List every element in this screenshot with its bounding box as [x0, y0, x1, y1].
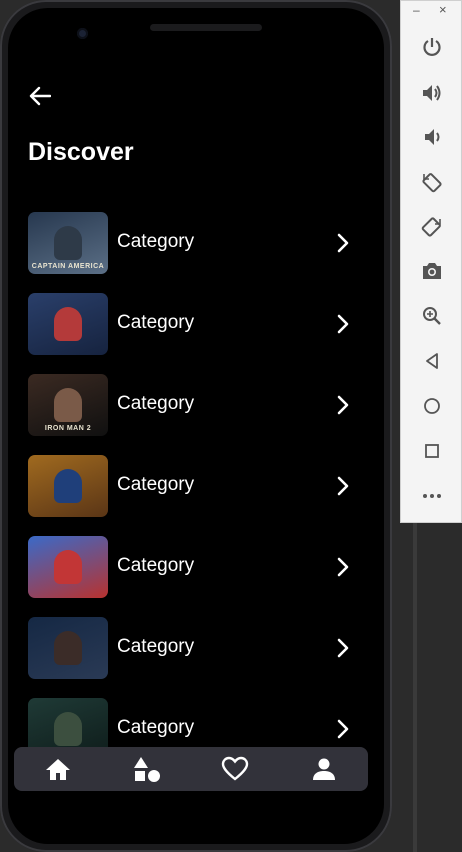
page-title: Discover — [28, 138, 134, 166]
category-row[interactable]: Category — [8, 617, 384, 698]
chevron-right-icon — [337, 719, 349, 739]
back-button[interactable] — [28, 84, 52, 108]
bottom-navigation — [14, 747, 368, 791]
nav-home[interactable] — [38, 749, 78, 789]
earpiece-speaker — [150, 24, 262, 31]
category-label: Category — [117, 555, 195, 576]
category-label: Category — [117, 231, 195, 252]
category-row[interactable]: Category — [8, 536, 384, 617]
zoom-icon — [423, 307, 441, 325]
front-camera — [77, 28, 88, 39]
chevron-right-icon — [337, 395, 349, 415]
category-thumbnail — [28, 536, 108, 598]
category-row[interactable]: Category — [8, 455, 384, 536]
toolbar-window-controls: – × — [401, 2, 462, 21]
category-label: Category — [117, 393, 195, 414]
home-circle-icon — [424, 398, 440, 414]
back-triangle-icon — [426, 353, 438, 369]
minimize-button[interactable]: – — [413, 3, 420, 17]
shapes-icon — [133, 757, 160, 782]
close-button[interactable]: × — [439, 2, 447, 17]
arrow-left-icon — [29, 86, 51, 106]
category-label: Category — [117, 636, 195, 657]
rotate-right-icon — [421, 217, 441, 237]
category-row[interactable]: CAPTAIN AMERICA Category — [8, 212, 384, 293]
category-thumbnail — [28, 293, 108, 355]
emulator-toolbar: – × — [400, 0, 462, 523]
category-row[interactable]: IRON MAN 2 Category — [8, 374, 384, 455]
zoom-button[interactable] — [416, 300, 448, 332]
nav-favorites[interactable] — [215, 749, 255, 789]
chevron-right-icon — [337, 638, 349, 658]
category-thumbnail — [28, 455, 108, 517]
chevron-right-icon — [337, 233, 349, 253]
overview-square-icon — [425, 444, 439, 458]
rotate-left-button[interactable] — [416, 166, 448, 198]
poster-caption: CAPTAIN AMERICA — [31, 263, 105, 270]
poster-caption: IRON MAN 2 — [44, 425, 92, 432]
nav-categories[interactable] — [127, 749, 167, 789]
chevron-right-icon — [337, 314, 349, 334]
category-label: Category — [117, 717, 195, 738]
volume-up-button[interactable] — [416, 77, 448, 109]
camera-icon — [423, 263, 441, 279]
nav-profile[interactable] — [304, 749, 344, 789]
volume-up-icon — [423, 85, 441, 101]
category-list: CAPTAIN AMERICA Category Category IRON M… — [8, 212, 384, 779]
power-icon — [423, 38, 441, 56]
overview-nav-button[interactable] — [416, 435, 448, 467]
more-button[interactable] — [416, 480, 448, 512]
screenshot-button[interactable] — [416, 255, 448, 287]
more-icon — [423, 494, 441, 498]
category-thumbnail: CAPTAIN AMERICA — [28, 212, 108, 274]
rotate-left-icon — [422, 173, 442, 193]
phone-frame: Discover CAPTAIN AMERICA Category Catego… — [0, 0, 392, 852]
power-button[interactable] — [416, 31, 448, 63]
chevron-right-icon — [337, 557, 349, 577]
category-label: Category — [117, 312, 195, 333]
chevron-right-icon — [337, 476, 349, 496]
home-icon — [46, 759, 71, 780]
category-label: Category — [117, 474, 195, 495]
home-nav-button[interactable] — [416, 390, 448, 422]
category-thumbnail: IRON MAN 2 — [28, 374, 108, 436]
app-screen: Discover CAPTAIN AMERICA Category Catego… — [8, 8, 384, 844]
category-thumbnail — [28, 617, 108, 679]
category-row[interactable]: Category — [8, 293, 384, 374]
volume-down-icon — [425, 129, 440, 145]
volume-down-button[interactable] — [416, 121, 448, 153]
heart-icon — [222, 756, 249, 781]
emulator-divider — [413, 523, 417, 852]
rotate-right-button[interactable] — [416, 211, 448, 243]
person-icon — [312, 758, 335, 780]
back-nav-button[interactable] — [416, 345, 448, 377]
